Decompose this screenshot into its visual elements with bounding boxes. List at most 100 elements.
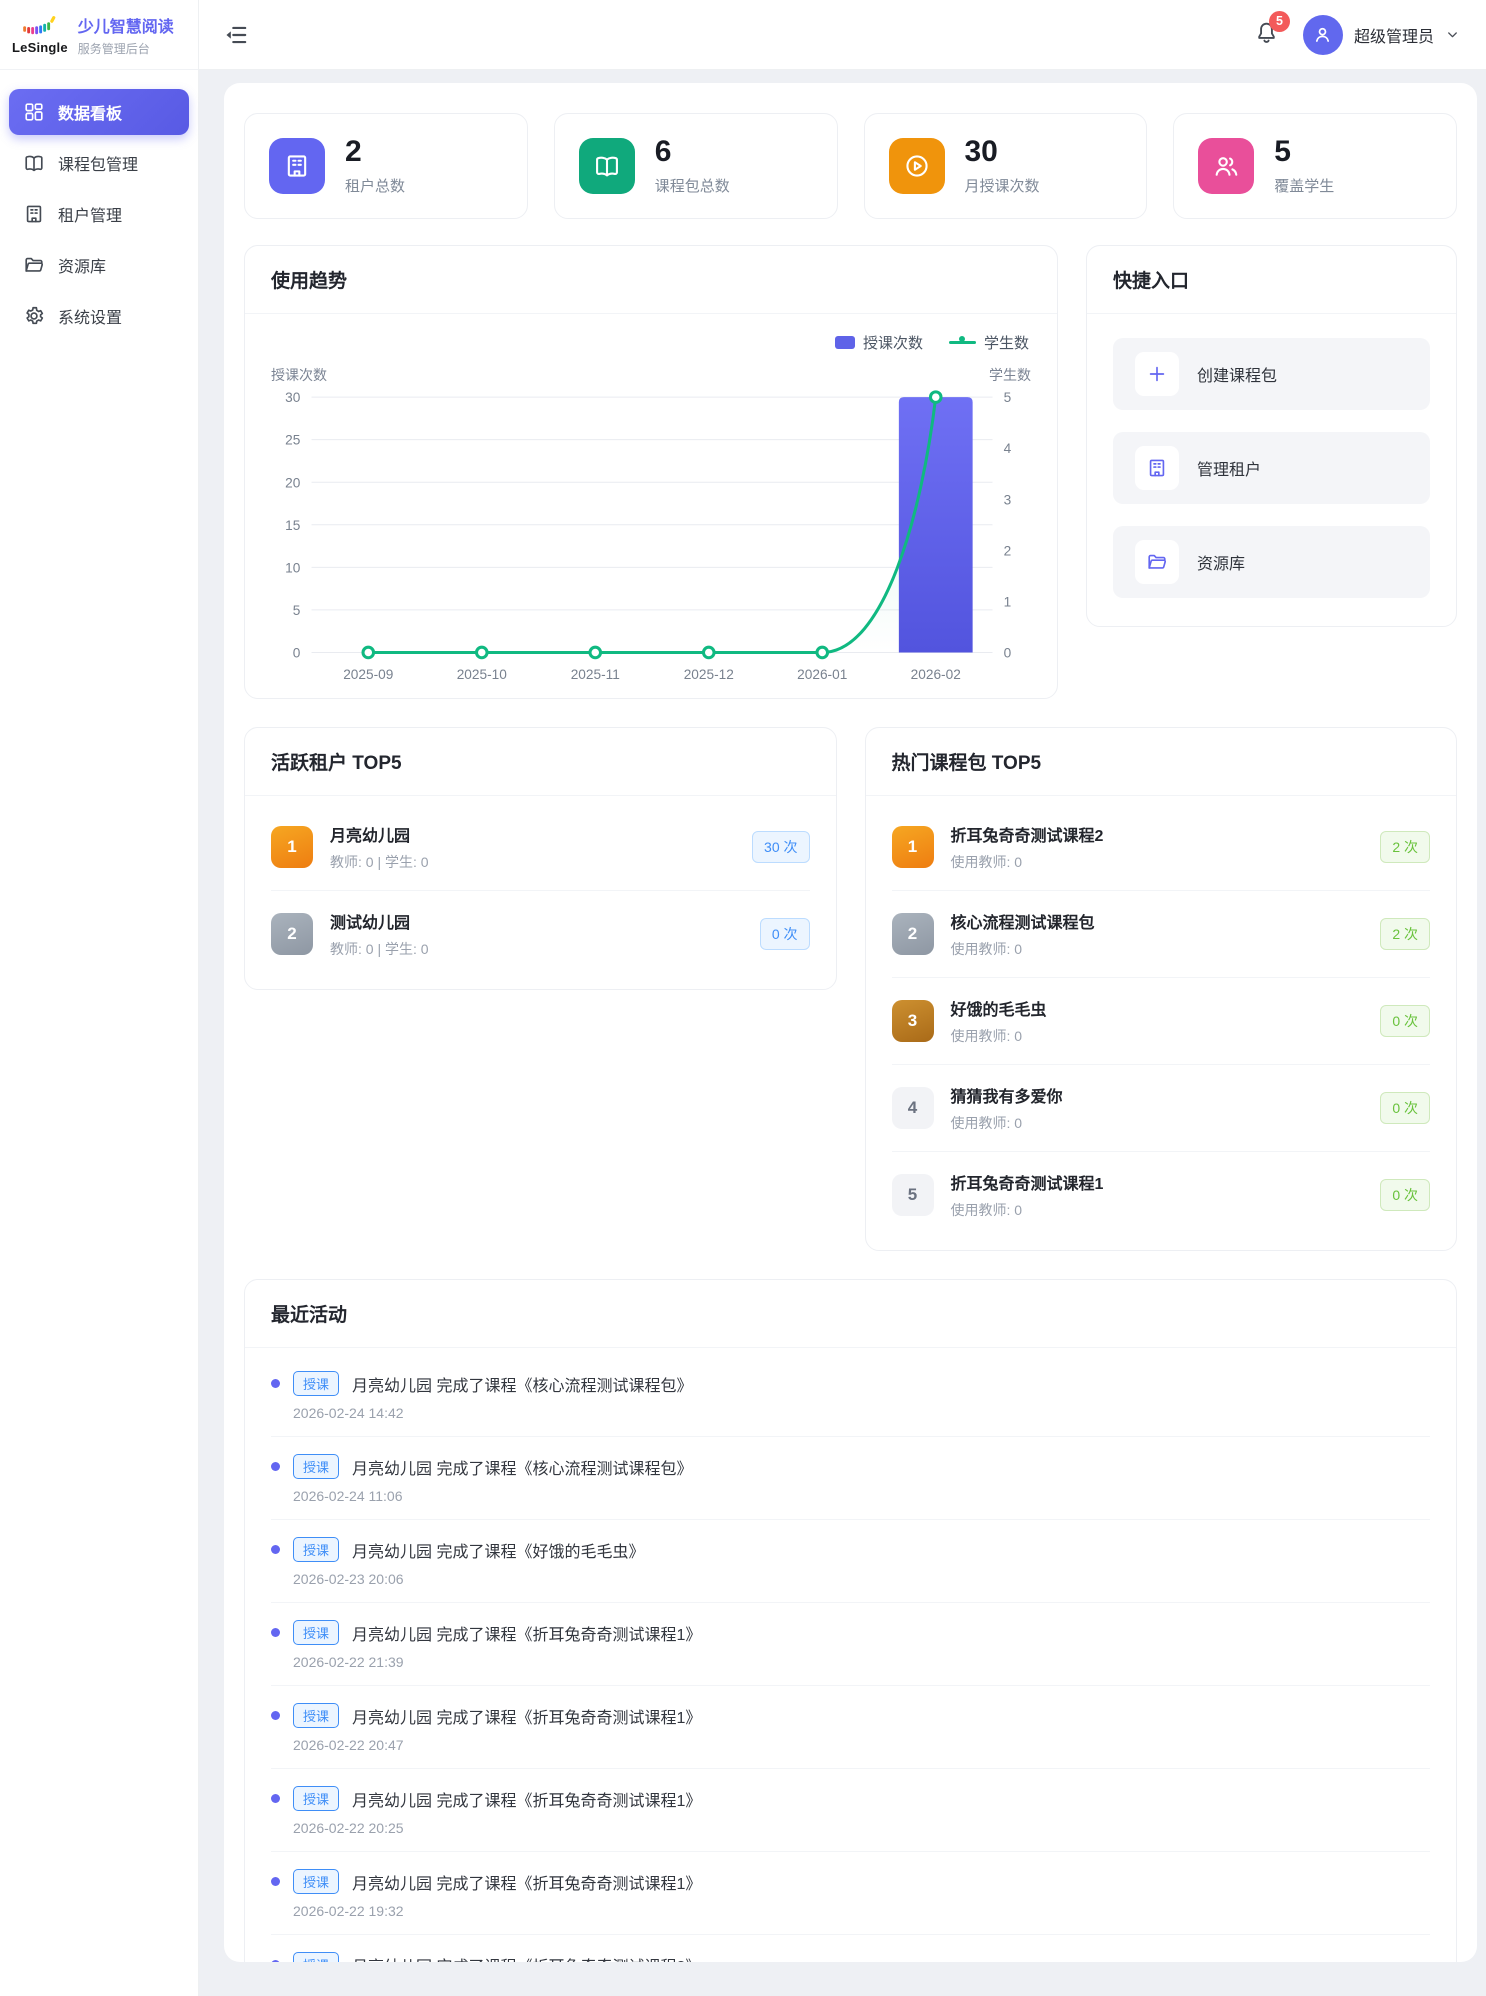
sidebar-item-book[interactable]: 课程包管理 [9,140,189,186]
svg-text:2025-12: 2025-12 [684,666,734,681]
sidebar-collapse-button[interactable] [223,22,249,48]
activity-tag: 授课 [293,1371,339,1396]
svg-text:0: 0 [1004,645,1012,660]
brand-logo: LeSingle [12,15,68,55]
stat-value: 6 [655,136,730,168]
quick-link-label: 资源库 [1197,550,1245,574]
activity-time: 2026-02-24 11:06 [293,1488,1430,1504]
activity-text: 月亮幼儿园 完成了课程《核心流程测试课程包》 [352,1455,692,1479]
sidebar-item-dashboard[interactable]: 数据看板 [9,89,189,135]
brand: LeSingle 少儿智慧阅读 服务管理后台 [0,0,198,70]
item-meta: 教师: 0 | 学生: 0 [330,939,429,959]
svg-text:2: 2 [1004,543,1012,558]
brand-titles: 少儿智慧阅读 服务管理后台 [78,13,174,57]
quick-link[interactable]: 资源库 [1113,526,1430,598]
activity-dot [271,1462,280,1471]
recent-activities-title: 最近活动 [245,1280,1456,1348]
sidebar-item-gear[interactable]: 系统设置 [9,293,189,339]
legend-item[interactable]: 学生数 [949,332,1029,353]
svg-text:2025-10: 2025-10 [457,666,508,681]
app-subtitle: 服务管理后台 [78,40,174,57]
rank-badge: 5 [892,1174,934,1216]
users-icon [1198,138,1254,194]
folder-icon [23,254,45,276]
list-item: 5 折耳兔奇奇测试课程1 使用教师: 0 0 次 [892,1152,1431,1238]
building-icon [23,203,45,225]
sidebar-item-label: 资源库 [58,253,106,277]
sidebar: LeSingle 少儿智慧阅读 服务管理后台 数据看板 课程包管理 租户管理 资… [0,0,199,1996]
trend-chart-area: 授课次数学生数 授课次数 学生数 0510152025300123452025-… [245,314,1057,699]
user-menu[interactable]: 超级管理员 [1303,15,1460,55]
list-item: 1 月亮幼儿园 教师: 0 | 学生: 0 30 次 [271,804,810,891]
active-tenants-list: 1 月亮幼儿园 教师: 0 | 学生: 0 30 次 2 测试幼儿园 教师: 0… [245,796,836,989]
notification-badge: 5 [1269,11,1290,32]
count-badge: 0 次 [760,918,810,950]
hot-packages-title: 热门课程包 TOP5 [866,728,1457,796]
top-row: 活跃租户 TOP5 1 月亮幼儿园 教师: 0 | 学生: 0 30 次 2 测… [244,727,1457,1251]
legend-item[interactable]: 授课次数 [835,332,923,353]
stat-label: 租户总数 [345,175,405,196]
header-actions: 5 超级管理员 [1254,15,1460,55]
item-meta: 使用教师: 0 [951,939,1095,959]
brand-logo-text: LeSingle [12,40,68,55]
count-badge: 2 次 [1380,831,1430,863]
open-book-icon [579,138,635,194]
sidebar-item-folder[interactable]: 资源库 [9,242,189,288]
activity-item: 授课 月亮幼儿园 完成了课程《核心流程测试课程包》 2026-02-24 11:… [271,1437,1430,1520]
svg-text:10: 10 [285,560,301,575]
sidebar-item-label: 课程包管理 [58,151,138,175]
right-axis-name: 学生数 [989,365,1031,385]
bar-legend-swatch [835,336,855,349]
activity-dot [271,1960,280,1962]
folder-icon [1135,540,1179,584]
activity-time: 2026-02-23 20:06 [293,1571,1430,1587]
svg-text:2026-02: 2026-02 [911,666,961,681]
user-name: 超级管理员 [1354,23,1434,47]
svg-text:3: 3 [1004,492,1012,507]
stat-card: 2 租户总数 [244,113,528,219]
quick-link[interactable]: 创建课程包 [1113,338,1430,410]
sidebar-item-building[interactable]: 租户管理 [9,191,189,237]
usage-trend-panel: 使用趋势 授课次数学生数 授课次数 学生数 051015202530012345… [244,245,1058,700]
stat-card: 30 月授课次数 [864,113,1148,219]
activity-item: 授课 月亮幼儿园 完成了课程《好饿的毛毛虫》 2026-02-23 20:06 [271,1520,1430,1603]
left-axis-name: 授课次数 [271,365,327,385]
sidebar-item-label: 系统设置 [58,304,122,328]
stat-value: 2 [345,136,405,168]
activity-tag: 授课 [293,1537,339,1562]
stat-card: 5 覆盖学生 [1173,113,1457,219]
legend-label: 授课次数 [863,332,923,353]
sidebar-item-label: 租户管理 [58,202,122,226]
item-meta: 使用教师: 0 [951,1200,1104,1220]
line-legend-swatch [949,335,976,349]
rank-badge: 1 [892,826,934,868]
building-icon [269,138,325,194]
item-name: 月亮幼儿园 [330,822,429,846]
menu-fold-icon [223,22,249,48]
item-name: 猜猜我有多爱你 [951,1083,1063,1107]
item-meta: 使用教师: 0 [951,1026,1047,1046]
active-tenants-title: 活跃租户 TOP5 [245,728,836,796]
activity-tag: 授课 [293,1786,339,1811]
trend-row: 使用趋势 授课次数学生数 授课次数 学生数 051015202530012345… [244,245,1457,700]
brand-logo-icon [17,15,63,39]
hot-packages-list: 1 折耳兔奇奇测试课程2 使用教师: 0 2 次 2 核心流程测试课程包 使用教… [866,796,1457,1250]
quick-links-list: 创建课程包 管理租户 资源库 [1087,314,1456,626]
count-badge: 30 次 [752,831,809,863]
count-badge: 0 次 [1380,1092,1430,1124]
notifications-button[interactable]: 5 [1254,20,1279,50]
activity-text: 月亮幼儿园 完成了课程《折耳兔奇奇测试课程2》 [352,1953,701,1962]
activity-time: 2026-02-22 21:39 [293,1654,1430,1670]
dashboard-icon [23,101,45,123]
active-tenants-panel: 活跃租户 TOP5 1 月亮幼儿园 教师: 0 | 学生: 0 30 次 2 测… [244,727,837,990]
svg-text:4: 4 [1004,441,1012,456]
axis-names: 授课次数 学生数 [271,365,1031,385]
rank-badge: 3 [892,1000,934,1042]
quick-link[interactable]: 管理租户 [1113,432,1430,504]
activity-dot [271,1628,280,1637]
activity-tag: 授课 [293,1952,339,1962]
plus-icon [1135,352,1179,396]
activity-time: 2026-02-22 20:25 [293,1820,1430,1836]
play-circle-icon [889,138,945,194]
activity-time: 2026-02-22 19:32 [293,1903,1430,1919]
